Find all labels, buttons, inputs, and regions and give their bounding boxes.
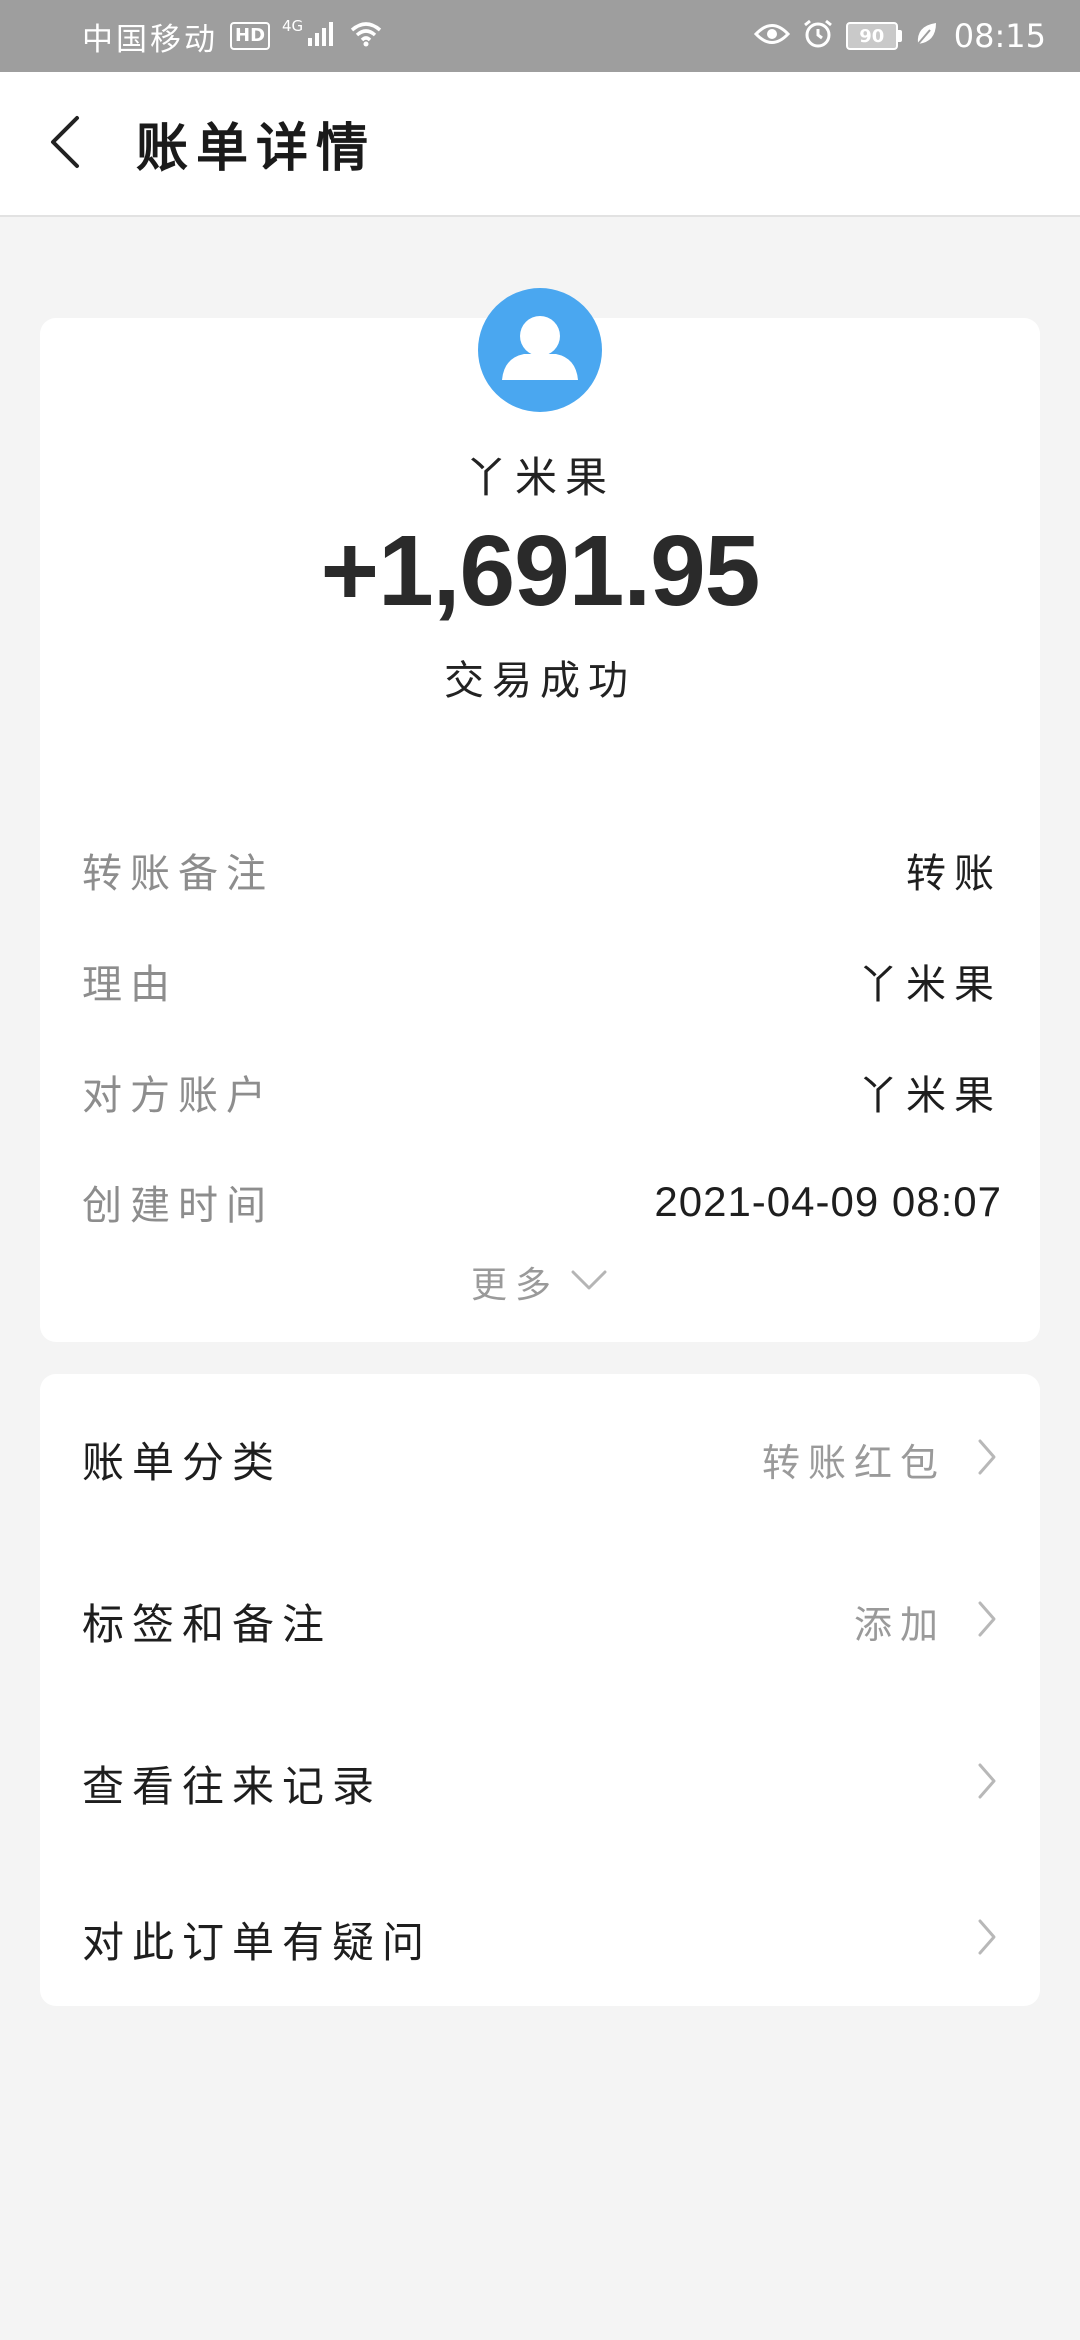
status-right: 90 08:15 <box>753 17 1046 55</box>
detail-value: 转账 <box>906 851 1002 897</box>
header-bar: 账单详情 <box>0 72 1080 217</box>
chevron-down-icon <box>569 1268 609 1296</box>
more-details-toggle[interactable]: 更多 <box>40 1256 1040 1308</box>
menu-item-right: 转账红包 <box>762 1432 998 1487</box>
detail-row-reason: 理由 丫米果 <box>82 951 1002 1011</box>
more-label: 更多 <box>470 1265 559 1306</box>
menu-item-right <box>946 1761 998 1805</box>
network-type: 4G <box>282 17 304 35</box>
page-title: 账单详情 <box>136 118 377 179</box>
payee-name: 丫米果 <box>464 453 615 502</box>
detail-label: 转账备注 <box>82 851 274 897</box>
detail-label: 创建时间 <box>82 1183 274 1229</box>
chevron-right-icon <box>976 1599 998 1643</box>
hd-badge: HD <box>230 22 271 50</box>
bill-actions-card: 账单分类 转账红包 标签和备注 添加 查看往来记录 对此订单有疑问 <box>40 1374 1040 2006</box>
battery-level: 90 <box>845 22 898 50</box>
menu-item-order-question[interactable]: 对此订单有疑问 <box>40 1864 1040 2014</box>
clock: 08:15 <box>953 17 1046 55</box>
menu-item-transaction-history[interactable]: 查看往来记录 <box>40 1708 1040 1858</box>
menu-item-label: 查看往来记录 <box>82 1761 383 1811</box>
menu-item-tags-notes[interactable]: 标签和备注 添加 <box>40 1546 1040 1696</box>
chevron-left-icon <box>47 114 83 174</box>
detail-label: 对方账户 <box>82 1073 274 1119</box>
chevron-right-icon <box>976 1437 998 1481</box>
menu-item-label: 对此订单有疑问 <box>82 1917 433 1967</box>
transaction-amount: +1,691.95 <box>320 515 761 627</box>
status-bar: 中国移动 HD 4G 90 08:15 <box>0 0 1080 72</box>
wifi-icon <box>349 20 383 52</box>
transaction-status: 交易成功 <box>444 658 636 704</box>
detail-row-counterparty: 对方账户 丫米果 <box>82 1062 1002 1122</box>
detail-label: 理由 <box>82 962 178 1008</box>
chevron-right-icon <box>976 1917 998 1961</box>
menu-item-label: 标签和备注 <box>82 1599 333 1649</box>
eye-icon <box>753 21 790 51</box>
carrier-name: 中国移动 <box>82 21 218 58</box>
detail-value: 2021-04-09 08:07 <box>654 1178 1002 1225</box>
user-avatar-icon[interactable] <box>478 288 602 412</box>
detail-row-created-time: 创建时间 2021-04-09 08:07 <box>82 1172 1002 1232</box>
alarm-icon <box>802 18 834 54</box>
detail-value: 丫米果 <box>858 1073 1002 1119</box>
status-left: 中国移动 HD 4G <box>82 14 383 59</box>
back-button[interactable] <box>0 71 130 216</box>
detail-value: 丫米果 <box>858 962 1002 1008</box>
chevron-right-icon <box>976 1761 998 1805</box>
signal-icon <box>307 20 337 52</box>
menu-item-label: 账单分类 <box>82 1437 283 1487</box>
leaf-icon <box>914 20 938 52</box>
transaction-summary-card: 丫米果 +1,691.95 交易成功 转账备注 转账 理由 丫米果 对方账户 丫… <box>40 288 1040 1342</box>
battery-icon: 90 <box>845 22 902 50</box>
menu-item-value: 转账红包 <box>761 1440 946 1485</box>
menu-item-right: 添加 <box>854 1594 998 1649</box>
battery-cap <box>897 30 902 42</box>
menu-item-right <box>946 1917 998 1961</box>
menu-item-bill-category[interactable]: 账单分类 转账红包 <box>40 1384 1040 1534</box>
menu-item-value: 添加 <box>853 1602 946 1647</box>
detail-row-transfer-note: 转账备注 转账 <box>82 840 1002 900</box>
